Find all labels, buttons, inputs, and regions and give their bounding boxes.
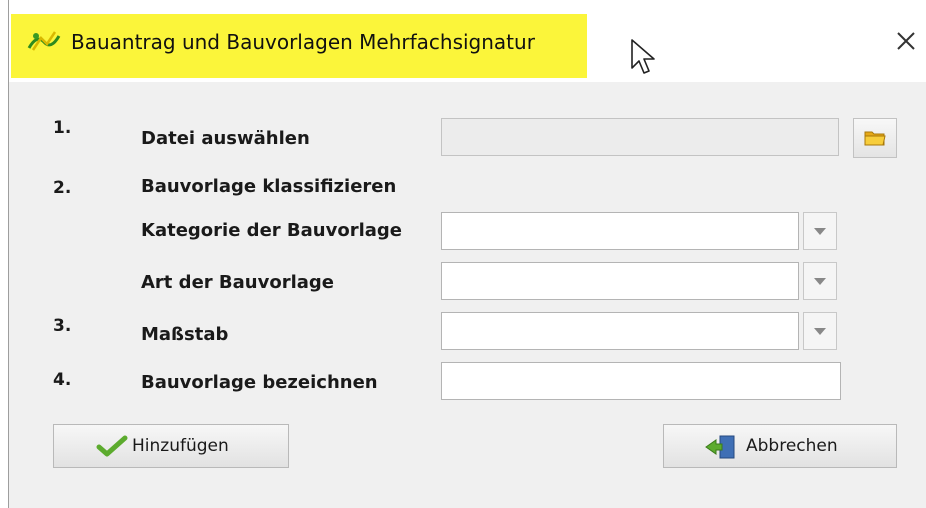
art-select[interactable] — [441, 262, 799, 300]
label-bauvorlage-bezeichnen: Bauvorlage bezeichnen — [141, 372, 378, 393]
file-path-field[interactable] — [441, 118, 839, 156]
folder-icon — [864, 131, 886, 146]
label-datei-auswaehlen: Datei auswählen — [141, 128, 310, 149]
step-number-2: 2. — [53, 178, 72, 198]
mouse-pointer-icon — [631, 39, 655, 74]
kategorie-dropdown-button[interactable] — [803, 212, 837, 250]
bezeichnung-input[interactable] — [441, 362, 841, 400]
label-kategorie: Kategorie der Bauvorlage — [141, 220, 402, 241]
chevron-down-icon — [814, 228, 826, 235]
signature-app-icon — [27, 31, 61, 51]
chevron-down-icon — [814, 328, 826, 335]
close-button[interactable] — [891, 26, 921, 56]
massstab-select[interactable] — [441, 312, 799, 350]
label-massstab: Maßstab — [141, 324, 229, 345]
step-number-4: 4. — [53, 370, 72, 390]
cancel-button[interactable]: Abbrechen — [663, 424, 897, 468]
title-bar: Bauantrag und Bauvorlagen Mehrfachsignat… — [9, 0, 926, 82]
exit-door-icon — [705, 435, 735, 459]
label-bauvorlage-klassifizieren: Bauvorlage klassifizieren — [141, 176, 397, 197]
kategorie-select[interactable] — [441, 212, 799, 250]
add-button[interactable]: Hinzufügen — [53, 424, 289, 468]
browse-file-button[interactable] — [853, 118, 897, 158]
close-icon — [897, 32, 915, 50]
massstab-dropdown-button[interactable] — [803, 312, 837, 350]
dialog-window: Bauantrag und Bauvorlagen Mehrfachsignat… — [8, 0, 926, 508]
add-button-label: Hinzufügen — [132, 436, 229, 456]
checkmark-icon — [96, 435, 128, 457]
chevron-down-icon — [814, 278, 826, 285]
cancel-button-label: Abbrechen — [746, 436, 838, 456]
label-art: Art der Bauvorlage — [141, 272, 334, 293]
window-title: Bauantrag und Bauvorlagen Mehrfachsignat… — [71, 30, 535, 54]
step-number-1: 1. — [53, 118, 72, 138]
step-number-3: 3. — [53, 316, 72, 336]
art-dropdown-button[interactable] — [803, 262, 837, 300]
